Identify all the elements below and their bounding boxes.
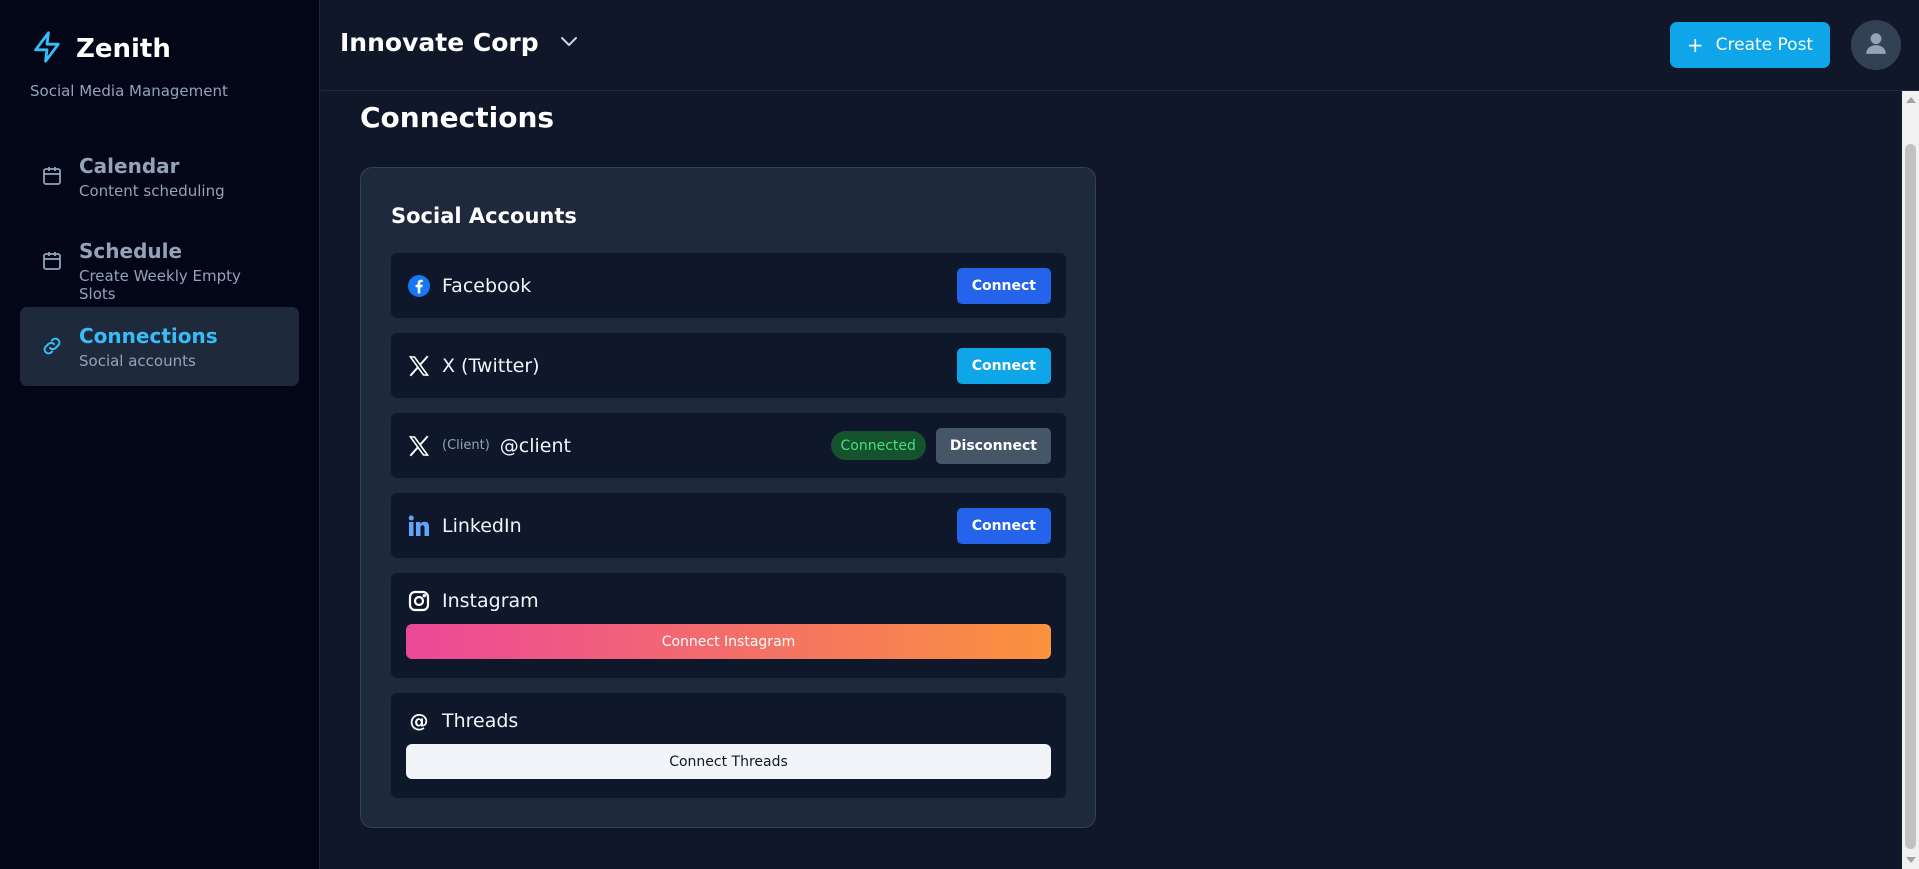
create-post-button[interactable]: + Create Post xyxy=(1670,22,1830,68)
scroll-thumb[interactable] xyxy=(1905,144,1916,849)
connection-row-twitter-client: (Client) @client Connected Disconnect xyxy=(391,413,1066,478)
sidebar-item-title: Schedule xyxy=(79,239,183,263)
sidebar-nav: Calendar Content scheduling Schedule Cre… xyxy=(20,137,299,392)
lightning-icon xyxy=(30,30,64,68)
org-name: Innovate Corp xyxy=(340,28,539,57)
brand-subtitle: Social Media Management xyxy=(30,82,228,100)
status-badge: Connected xyxy=(830,431,926,460)
linkedin-connect-button[interactable]: Connect xyxy=(956,507,1051,544)
facebook-connect-button[interactable]: Connect xyxy=(956,267,1051,304)
link-icon xyxy=(40,334,64,358)
avatar[interactable] xyxy=(1851,20,1901,70)
org-selector[interactable]: Innovate Corp xyxy=(340,28,581,57)
sidebar-item-title: Connections xyxy=(79,324,218,348)
threads-icon: @ xyxy=(406,708,432,734)
plus-icon: + xyxy=(1686,33,1704,57)
user-icon xyxy=(1863,30,1889,60)
scroll-down-arrow-icon[interactable] xyxy=(1906,857,1916,863)
sidebar-item-subtitle: Social accounts xyxy=(79,352,196,370)
connection-row-instagram: Instagram Connect Instagram xyxy=(391,573,1066,678)
chevron-down-icon xyxy=(539,29,581,57)
threads-glyph: @ xyxy=(409,710,429,732)
connection-row-threads: @ Threads Connect Threads xyxy=(391,693,1066,798)
brand: Zenith Social Media Management xyxy=(30,30,228,100)
sidebar-item-schedule[interactable]: Schedule Create Weekly Empty Slots xyxy=(20,222,299,303)
connection-row-twitter: X (Twitter) Connect xyxy=(391,333,1066,398)
platform-name: X (Twitter) xyxy=(442,354,540,377)
sidebar-item-subtitle: Create Weekly Empty Slots xyxy=(79,267,241,303)
create-post-label: Create Post xyxy=(1715,35,1814,55)
platform-name: LinkedIn xyxy=(442,514,522,537)
sidebar: Zenith Social Media Management Calendar … xyxy=(0,0,320,869)
calendar-icon xyxy=(40,249,64,273)
platform-name: Instagram xyxy=(442,590,539,612)
connections-list: Facebook Connect X (Twitter) Connect (Cl… xyxy=(391,253,1066,813)
top-header: Innovate Corp + Create Post xyxy=(321,0,1919,91)
connection-row-linkedin: LinkedIn Connect xyxy=(391,493,1066,558)
platform-name: Facebook xyxy=(442,274,532,297)
account-handle: @client xyxy=(499,434,571,457)
app-root: Zenith Social Media Management Calendar … xyxy=(0,0,1919,869)
twitter-disconnect-button[interactable]: Disconnect xyxy=(935,427,1051,464)
scroll-up-arrow-icon[interactable] xyxy=(1906,97,1916,103)
instagram-connect-button[interactable]: Connect Instagram xyxy=(406,624,1051,659)
sidebar-item-calendar[interactable]: Calendar Content scheduling xyxy=(20,137,299,216)
brand-name: Zenith xyxy=(76,34,171,64)
twitter-connect-button[interactable]: Connect xyxy=(956,347,1051,384)
instagram-icon xyxy=(406,588,432,614)
sidebar-item-subtitle: Content scheduling xyxy=(79,182,225,200)
platform-name: Threads xyxy=(442,710,519,732)
main-scrollbar[interactable] xyxy=(1902,91,1919,869)
social-accounts-card: Social Accounts Facebook Connect X (Twit… xyxy=(360,167,1096,828)
linkedin-icon xyxy=(406,513,432,539)
threads-connect-button[interactable]: Connect Threads xyxy=(406,744,1051,779)
x-logo-icon xyxy=(406,353,432,379)
page-title: Connections xyxy=(360,101,555,134)
card-title: Social Accounts xyxy=(391,204,577,228)
calendar-icon xyxy=(40,164,64,188)
facebook-icon xyxy=(406,273,432,299)
client-tag: (Client) xyxy=(442,438,490,453)
x-logo-icon xyxy=(406,433,432,459)
sidebar-item-connections[interactable]: Connections Social accounts xyxy=(20,307,299,386)
connection-row-facebook: Facebook Connect xyxy=(391,253,1066,318)
sidebar-item-title: Calendar xyxy=(79,154,180,178)
